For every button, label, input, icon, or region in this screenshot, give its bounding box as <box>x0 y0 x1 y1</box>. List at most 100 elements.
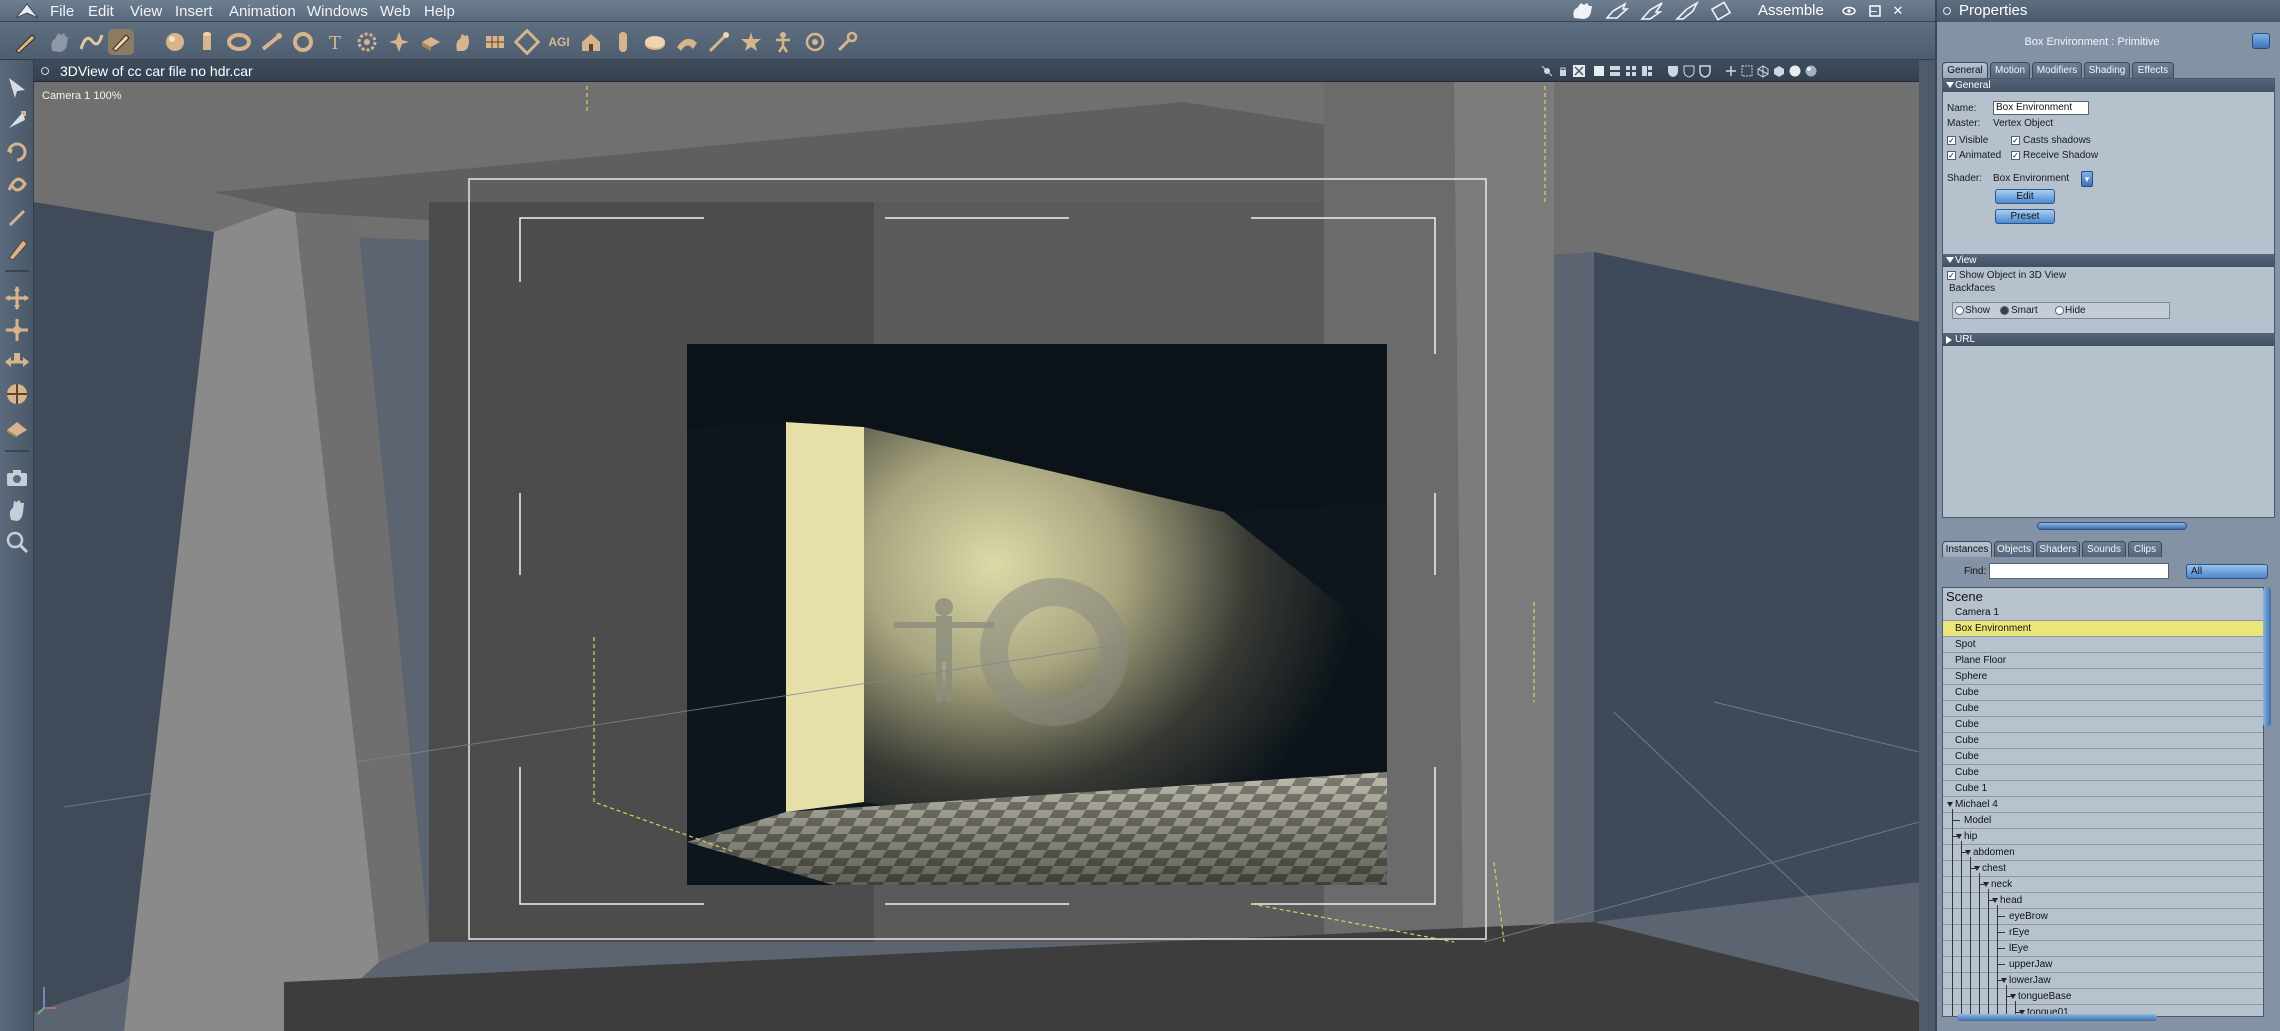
tab-objects[interactable]: Objects <box>1994 541 2034 557</box>
tree-row[interactable]: Sphere <box>1943 669 2263 685</box>
tree-row[interactable]: Cube <box>1943 749 2263 765</box>
casts-shadows-checkbox[interactable]: ✓ <box>2011 136 2020 145</box>
tab-sounds[interactable]: Sounds <box>2082 541 2126 557</box>
four-views-icon[interactable] <box>1624 64 1638 78</box>
gear-icon[interactable] <box>354 29 380 55</box>
close-icon[interactable]: ✕ <box>1890 3 1906 19</box>
menu-windows[interactable]: Windows <box>307 3 368 20</box>
twist-icon[interactable] <box>3 170 31 198</box>
menu-web[interactable]: Web <box>380 3 411 20</box>
wireframe-icon[interactable] <box>1756 64 1770 78</box>
ring-icon[interactable] <box>290 29 316 55</box>
axis-icon[interactable] <box>1724 64 1738 78</box>
tree-row[interactable]: Cube <box>1943 733 2263 749</box>
tree-row[interactable]: Cube <box>1943 717 2263 733</box>
menu-edit[interactable]: Edit <box>88 3 114 20</box>
scale-icon[interactable] <box>3 348 31 376</box>
lock-view-icon[interactable] <box>1556 64 1570 78</box>
visible-checkbox[interactable]: ✓ <box>1947 136 1956 145</box>
section-url[interactable]: URL <box>1943 333 2274 346</box>
tree-vertical-scrollbar[interactable] <box>2263 587 2271 727</box>
tree-row[interactable]: Cube <box>1943 685 2263 701</box>
cube-icon[interactable] <box>418 29 444 55</box>
fit-view-icon[interactable] <box>1572 64 1586 78</box>
menu-view[interactable]: View <box>130 3 162 20</box>
wrench-icon[interactable] <box>834 29 860 55</box>
tree-row[interactable]: Cube <box>1943 765 2263 781</box>
menu-insert[interactable]: Insert <box>175 3 213 20</box>
hand-grab-mode-icon[interactable] <box>1568 0 1596 22</box>
shading-mode-icon[interactable] <box>1540 64 1554 78</box>
tree-row[interactable]: tongueBase <box>1943 989 2263 1005</box>
menu-file[interactable]: File <box>50 3 74 20</box>
find-input[interactable] <box>1989 563 2169 579</box>
ground-icon[interactable] <box>3 412 31 440</box>
disc-icon[interactable] <box>642 29 668 55</box>
smooth-shaded-icon[interactable] <box>1788 64 1802 78</box>
translate-xy-icon[interactable] <box>3 316 31 344</box>
tree-row[interactable]: eyeBrow <box>1943 909 2263 925</box>
shield-view-icon[interactable] <box>1666 64 1680 78</box>
hand-link-mode-icon[interactable] <box>1673 0 1701 22</box>
hand-tool-icon[interactable] <box>46 29 72 55</box>
tree-row[interactable]: abdomen <box>1943 845 2263 861</box>
knife-icon[interactable] <box>3 234 31 262</box>
tree-row[interactable]: Michael 4 <box>1943 797 2263 813</box>
filter-select[interactable]: All <box>2186 564 2268 579</box>
spline-tool-icon[interactable] <box>78 29 104 55</box>
edit-button[interactable]: Edit <box>1995 189 2055 204</box>
tree-row[interactable]: Model <box>1943 813 2263 829</box>
figure-icon[interactable] <box>770 29 796 55</box>
house-icon[interactable] <box>578 29 604 55</box>
tree-row[interactable]: upperJaw <box>1943 957 2263 973</box>
rotate-axis-icon[interactable] <box>3 380 31 408</box>
maximize-icon[interactable] <box>1867 3 1883 19</box>
subject-menu-button[interactable] <box>2252 33 2270 49</box>
show-object-checkbox[interactable]: ✓ <box>1947 271 1956 280</box>
sphere-icon[interactable] <box>162 29 188 55</box>
tree-row[interactable]: hip <box>1943 829 2263 845</box>
backface-show-radio[interactable] <box>1955 306 1964 315</box>
tree-row[interactable]: Plane Floor <box>1943 653 2263 669</box>
tree-row[interactable]: Cube <box>1943 701 2263 717</box>
collapsed-triangle-icon[interactable] <box>1946 336 1952 344</box>
section-general[interactable]: General <box>1943 79 2274 92</box>
pen-icon[interactable] <box>3 202 31 230</box>
bone-icon[interactable] <box>258 29 284 55</box>
app-logo-icon[interactable] <box>14 2 40 20</box>
tab-shaders[interactable]: Shaders <box>2036 541 2080 557</box>
tree-row[interactable]: Camera 1 <box>1943 605 2263 621</box>
hand-assemble-mode-icon[interactable] <box>1708 0 1736 22</box>
tree-row[interactable]: Cube 1 <box>1943 781 2263 797</box>
hand-object-icon[interactable] <box>450 29 476 55</box>
expand-triangle-icon[interactable] <box>1947 802 1953 807</box>
single-view-icon[interactable] <box>1592 64 1606 78</box>
wand-icon[interactable] <box>706 29 732 55</box>
target-icon[interactable] <box>802 29 828 55</box>
shield-outline-icon[interactable] <box>1698 64 1712 78</box>
tab-clips[interactable]: Clips <box>2128 541 2162 557</box>
pattern-object-icon[interactable] <box>513 28 541 56</box>
agi-icon[interactable]: AGI <box>546 29 572 55</box>
pin-icon[interactable] <box>1943 7 1951 15</box>
tab-general[interactable]: General <box>1942 62 1988 78</box>
cylinder-icon[interactable] <box>194 29 220 55</box>
tree-row[interactable]: lowerJaw <box>1943 973 2263 989</box>
textured-shaded-icon[interactable] <box>1804 64 1818 78</box>
flat-shaded-icon[interactable] <box>1772 64 1786 78</box>
tree-row[interactable]: Box Environment <box>1943 621 2263 637</box>
tab-effects[interactable]: Effects <box>2132 62 2174 78</box>
move-select-icon[interactable] <box>3 106 31 134</box>
two-views-icon[interactable] <box>1608 64 1622 78</box>
menu-animation[interactable]: Animation <box>229 3 296 20</box>
section-view[interactable]: View <box>1943 254 2274 267</box>
three-views-icon[interactable] <box>1640 64 1654 78</box>
3d-viewport[interactable]: Camera 1 100% <box>34 82 1919 1031</box>
hand-point-mode-icon[interactable] <box>1603 0 1631 22</box>
rotate-icon[interactable] <box>3 138 31 166</box>
menu-help[interactable]: Help <box>424 3 455 20</box>
pan-hand-icon[interactable] <box>3 496 31 524</box>
hand-draw-mode-icon[interactable] <box>1638 0 1666 22</box>
tree-row[interactable]: lEye <box>1943 941 2263 957</box>
expand-triangle-icon[interactable] <box>1946 257 1954 263</box>
